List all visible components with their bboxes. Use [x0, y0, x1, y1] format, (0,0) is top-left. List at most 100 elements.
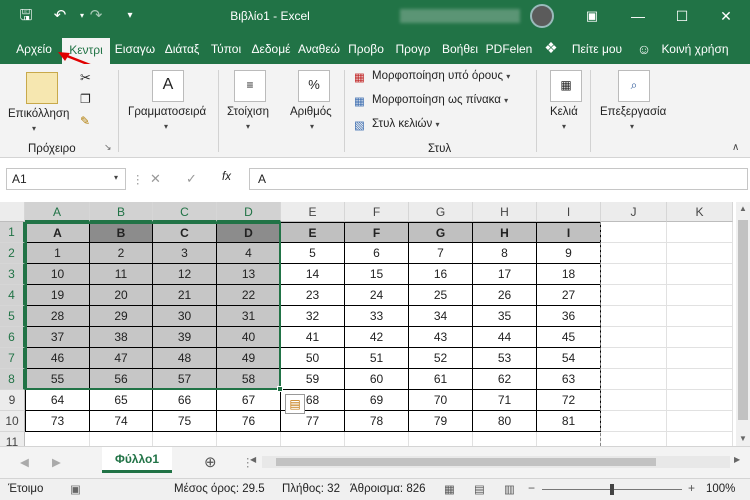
empty-cell[interactable] [667, 285, 733, 306]
tab-view[interactable]: Προβο [344, 34, 388, 64]
empty-cell[interactable] [537, 432, 601, 446]
row-header[interactable]: 9 [0, 390, 25, 411]
column-header[interactable]: A [25, 202, 90, 222]
cells-button[interactable]: Κελιά [550, 106, 578, 118]
table-cell[interactable]: 44 [473, 327, 537, 348]
empty-cell[interactable] [667, 327, 733, 348]
formula-input[interactable]: A [249, 168, 748, 190]
page-layout-view-icon[interactable]: ▤ [474, 482, 485, 496]
table-cell[interactable]: 33 [345, 306, 409, 327]
column-header[interactable]: K [667, 202, 733, 222]
empty-cell[interactable] [601, 369, 667, 390]
empty-cell[interactable] [601, 222, 667, 243]
table-cell[interactable]: 17 [473, 264, 537, 285]
sheet-tab-active[interactable]: Φύλλο1 [102, 447, 172, 473]
cancel-icon[interactable]: ✕ [150, 171, 161, 187]
avatar[interactable] [530, 4, 554, 28]
table-cell[interactable]: 35 [473, 306, 537, 327]
alignment-dropdown-icon[interactable]: ▾ [246, 122, 250, 131]
alignment-button[interactable]: Στοίχιση [227, 106, 269, 118]
row-header[interactable]: 8 [0, 369, 25, 390]
alignment-icon[interactable]: ≡ [234, 70, 266, 102]
empty-cell[interactable] [601, 264, 667, 285]
empty-cell[interactable] [601, 411, 667, 432]
cells-icon[interactable]: ▦ [550, 70, 582, 102]
tab-pdfelement[interactable]: PDFelen [484, 34, 534, 64]
table-cell[interactable]: 54 [537, 348, 601, 369]
search-icon[interactable]: ⌕ [618, 70, 650, 102]
table-cell[interactable]: 50 [281, 348, 345, 369]
table-cell[interactable]: 15 [345, 264, 409, 285]
name-box[interactable]: A1 [6, 168, 126, 190]
table-cell[interactable]: 72 [537, 390, 601, 411]
column-header[interactable]: D [217, 202, 281, 222]
empty-cell[interactable] [601, 348, 667, 369]
empty-cell[interactable] [601, 285, 667, 306]
table-cell[interactable]: 66 [153, 390, 217, 411]
name-box-dropdown-icon[interactable]: ▾ [114, 173, 118, 182]
empty-cell[interactable] [667, 369, 733, 390]
zoom-slider[interactable] [542, 484, 682, 495]
table-cell[interactable]: 26 [473, 285, 537, 306]
table-cell[interactable]: 67 [217, 390, 281, 411]
row-header[interactable]: 5 [0, 306, 25, 327]
cell-styles-button[interactable]: Στυλ κελιών ▾ [372, 118, 439, 130]
column-header[interactable]: H [473, 202, 537, 222]
table-cell[interactable]: 53 [473, 348, 537, 369]
table-cell[interactable]: 27 [537, 285, 601, 306]
table-cell[interactable]: 24 [345, 285, 409, 306]
table-cell[interactable]: 73 [25, 411, 90, 432]
row-header[interactable]: 7 [0, 348, 25, 369]
row-header[interactable]: 6 [0, 327, 25, 348]
tab-formulas[interactable]: Τύποι [206, 34, 246, 64]
ribbon-options-icon[interactable]: ▣ [574, 3, 610, 29]
table-cell[interactable]: 75 [153, 411, 217, 432]
worksheet-grid[interactable]: ABCDEFGHIJK123456789101112ABCDEFGHI12345… [0, 202, 736, 446]
table-cell[interactable]: 14 [281, 264, 345, 285]
empty-cell[interactable] [667, 432, 733, 446]
horizontal-scrollbar[interactable] [262, 456, 730, 468]
table-cell[interactable]: 65 [90, 390, 153, 411]
prev-sheet-icon[interactable]: ◀ [20, 455, 29, 469]
empty-cell[interactable] [667, 243, 733, 264]
format-as-table-button[interactable]: Μορφοποίηση ως πίνακα ▾ [372, 94, 508, 106]
maximize-icon[interactable]: ☐ [664, 3, 700, 29]
enter-icon[interactable]: ✓ [186, 171, 197, 187]
table-cell[interactable]: 78 [345, 411, 409, 432]
table-cell[interactable]: 9 [537, 243, 601, 264]
row-header[interactable]: 10 [0, 411, 25, 432]
table-cell[interactable]: 79 [409, 411, 473, 432]
table-cell[interactable]: 63 [537, 369, 601, 390]
tab-data[interactable]: Δεδομέ [248, 34, 294, 64]
empty-cell[interactable] [601, 432, 667, 446]
editing-button[interactable]: Επεξεργασία [600, 106, 666, 118]
zoom-out-icon[interactable]: − [528, 481, 535, 495]
table-cell[interactable]: 36 [537, 306, 601, 327]
zoom-slider-thumb[interactable] [610, 484, 614, 495]
cells-dropdown-icon[interactable]: ▾ [562, 122, 566, 131]
tab-review[interactable]: Αναθεώ [296, 34, 342, 64]
status-average[interactable]: Μέσος όρος: 29.5 [174, 483, 265, 495]
table-cell[interactable]: 45 [537, 327, 601, 348]
tab-file[interactable]: Αρχείο [8, 34, 60, 64]
table-cell[interactable]: 60 [345, 369, 409, 390]
row-header[interactable]: 2 [0, 243, 25, 264]
empty-cell[interactable] [667, 348, 733, 369]
column-header[interactable]: F [345, 202, 409, 222]
empty-cell[interactable] [281, 432, 345, 446]
column-header[interactable]: G [409, 202, 473, 222]
paste-dropdown-icon[interactable]: ▾ [32, 124, 36, 133]
empty-cell[interactable] [667, 390, 733, 411]
share-button[interactable]: Κοινή χρήση [654, 34, 736, 64]
table-cell[interactable]: 41 [281, 327, 345, 348]
table-cell[interactable]: 52 [409, 348, 473, 369]
scroll-right-icon[interactable]: ▶ [734, 455, 740, 464]
paste-icon[interactable] [26, 72, 58, 104]
number-format-button[interactable]: Αριθμός [290, 106, 332, 118]
table-cell[interactable]: 18 [537, 264, 601, 285]
column-header[interactable]: I [537, 202, 601, 222]
table-cell[interactable]: 81 [537, 411, 601, 432]
hscroll-thumb[interactable] [276, 458, 656, 466]
table-header-cell[interactable]: F [345, 222, 409, 243]
row-header[interactable]: 11 [0, 432, 25, 446]
